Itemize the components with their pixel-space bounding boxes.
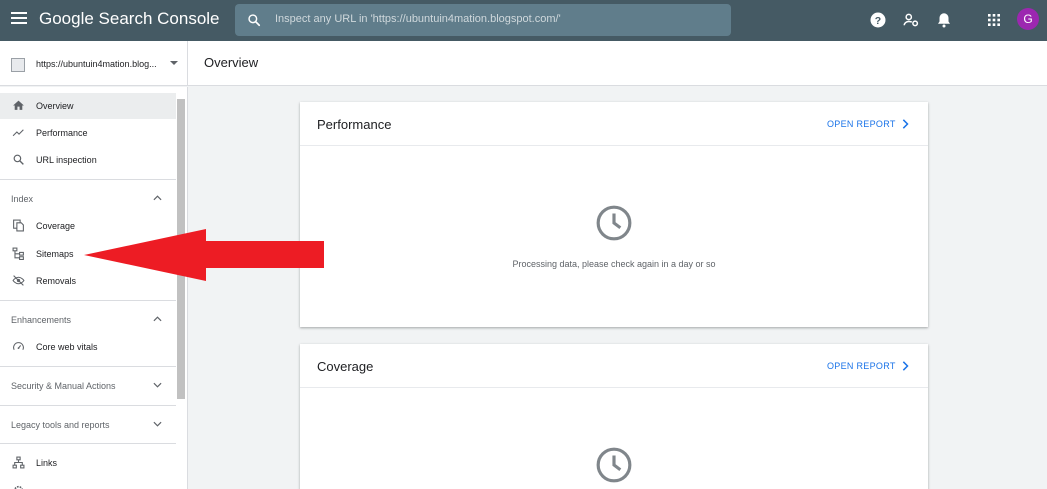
card-header: Coverage OPEN REPORT xyxy=(300,344,928,388)
open-report-link[interactable]: OPEN REPORT xyxy=(827,119,896,129)
processing-message: Processing data, please check again in a… xyxy=(512,259,716,269)
performance-card: Performance OPEN REPORT Processing data,… xyxy=(300,102,928,327)
settings-icon xyxy=(14,485,23,489)
menu-icon[interactable] xyxy=(11,12,27,28)
url-inspect-search[interactable]: Inspect any URL in 'https://ubuntuin4mat… xyxy=(235,4,731,36)
open-report-link[interactable]: OPEN REPORT xyxy=(827,361,896,371)
notifications-icon[interactable] xyxy=(935,11,953,29)
dropdown-caret-icon xyxy=(170,61,178,65)
section-label: Security & Manual Actions xyxy=(11,381,116,391)
chevron-right-icon[interactable] xyxy=(901,361,909,371)
manage-accounts-icon[interactable] xyxy=(902,11,920,29)
home-icon xyxy=(13,100,24,110)
search-icon xyxy=(13,154,24,165)
sidebar-item-label: Coverage xyxy=(36,221,76,231)
chevron-down-icon xyxy=(153,421,162,427)
property-selector[interactable]: https://ubuntuin4mation.blog... xyxy=(0,41,188,86)
trending-up-icon xyxy=(12,129,24,137)
card-title: Performance xyxy=(317,117,392,132)
sidebar-item-performance[interactable]: Performance xyxy=(0,120,176,146)
sidebar-item-label: Core web vitals xyxy=(36,342,98,352)
sidebar-item-overview[interactable]: Overview xyxy=(0,93,176,119)
divider xyxy=(0,443,176,444)
sidebar: Overview Performance URL inspection Inde… xyxy=(0,87,188,489)
file-copy-icon xyxy=(13,219,24,232)
page-title: Overview xyxy=(204,55,259,70)
section-index[interactable]: Index xyxy=(0,186,176,212)
help-icon[interactable]: ? xyxy=(869,11,887,29)
section-enhancements[interactable]: Enhancements xyxy=(0,307,176,333)
card-header: Performance OPEN REPORT xyxy=(300,102,928,146)
chevron-down-icon xyxy=(153,382,162,388)
section-label: Legacy tools and reports xyxy=(11,420,110,430)
account-avatar[interactable]: G xyxy=(1017,8,1039,30)
red-arrow-annotation xyxy=(84,229,324,281)
sitemap-icon xyxy=(12,247,24,260)
svg-text:?: ? xyxy=(875,15,881,27)
sidebar-item-core-web-vitals[interactable]: Core web vitals xyxy=(0,334,176,360)
sidebar-item-label: Removals xyxy=(36,276,77,286)
section-label: Index xyxy=(11,194,34,204)
sidebar-item-label: URL inspection xyxy=(36,155,97,165)
apps-grid-icon[interactable] xyxy=(985,11,1003,29)
card-title: Coverage xyxy=(317,359,374,374)
links-icon xyxy=(12,456,25,469)
sub-header: https://ubuntuin4mation.blog... Overview xyxy=(0,41,1047,86)
site-favicon-icon xyxy=(11,58,25,72)
clock-icon xyxy=(596,205,632,241)
sidebar-item-links[interactable]: Links xyxy=(0,450,176,476)
property-url: https://ubuntuin4mation.blog... xyxy=(36,59,157,69)
sidebar-item-settings[interactable] xyxy=(0,478,176,489)
clock-icon xyxy=(596,447,632,483)
divider xyxy=(0,179,176,180)
divider xyxy=(0,300,176,301)
section-security-manual-actions[interactable]: Security & Manual Actions xyxy=(0,373,176,399)
top-app-bar: Google Search Console Inspect any URL in… xyxy=(0,0,1047,41)
chevron-up-icon xyxy=(153,316,162,322)
sidebar-item-label: Links xyxy=(36,458,58,468)
coverage-card: Coverage OPEN REPORT xyxy=(300,344,928,489)
visibility-off-icon xyxy=(12,275,25,286)
sidebar-item-label: Performance xyxy=(36,128,88,138)
chevron-up-icon xyxy=(153,195,162,201)
sidebar-item-label: Sitemaps xyxy=(36,249,74,259)
sidebar-item-url-inspection[interactable]: URL inspection xyxy=(0,147,176,173)
section-legacy-tools[interactable]: Legacy tools and reports xyxy=(0,412,176,438)
search-icon xyxy=(248,14,261,27)
sidebar-item-label: Overview xyxy=(36,101,74,111)
search-input[interactable]: Inspect any URL in 'https://ubuntuin4mat… xyxy=(275,13,561,25)
divider xyxy=(0,405,176,406)
divider xyxy=(0,366,176,367)
section-label: Enhancements xyxy=(11,315,72,325)
speed-icon xyxy=(13,342,24,350)
chevron-right-icon[interactable] xyxy=(901,119,909,129)
app-title[interactable]: Google Search Console xyxy=(39,9,220,29)
